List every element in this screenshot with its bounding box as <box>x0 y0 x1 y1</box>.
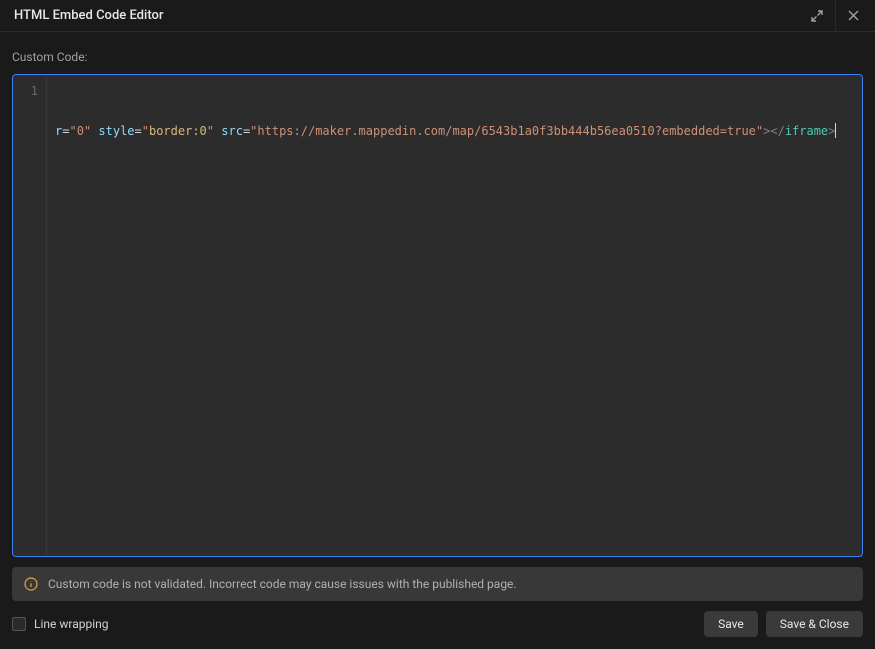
code-token: > <box>828 124 835 138</box>
line-wrapping-label: Line wrapping <box>34 617 108 631</box>
dialog-body: Custom Code: 1 r="0" style="border:0" sr… <box>0 32 875 649</box>
code-line: r="0" style="border:0" src="https://make… <box>55 121 854 141</box>
header-actions <box>799 0 871 32</box>
code-token: = <box>135 124 142 138</box>
line-number: 1 <box>13 81 38 101</box>
footer-buttons: Save Save & Close <box>704 611 863 637</box>
text-cursor <box>835 123 836 138</box>
dialog-header: HTML Embed Code Editor <box>0 0 875 32</box>
close-button[interactable] <box>835 0 871 32</box>
info-icon <box>24 577 38 591</box>
save-close-button[interactable]: Save & Close <box>766 611 863 637</box>
code-token: "0" <box>69 124 91 138</box>
line-wrapping-toggle[interactable]: Line wrapping <box>12 617 108 631</box>
code-token: "https://maker.mappedin.com/map/6543b1a0… <box>250 124 763 138</box>
code-token: </ <box>770 124 784 138</box>
code-token: border:0 <box>149 124 207 138</box>
dialog-title: HTML Embed Code Editor <box>14 8 163 23</box>
checkbox-icon <box>12 617 26 631</box>
close-icon <box>847 9 860 22</box>
code-token: style <box>98 124 134 138</box>
code-editor[interactable]: 1 r="0" style="border:0" src="https://ma… <box>12 74 863 557</box>
code-token: src <box>221 124 243 138</box>
code-textarea[interactable]: r="0" style="border:0" src="https://make… <box>47 75 862 556</box>
line-gutter: 1 <box>13 75 47 556</box>
dialog-footer: Line wrapping Save Save & Close <box>12 611 863 637</box>
expand-icon <box>810 9 824 23</box>
expand-button[interactable] <box>799 0 835 32</box>
warning-text: Custom code is not validated. Incorrect … <box>48 577 517 591</box>
warning-bar: Custom code is not validated. Incorrect … <box>12 567 863 601</box>
save-button[interactable]: Save <box>704 611 758 637</box>
custom-code-label: Custom Code: <box>12 50 863 64</box>
code-token: " <box>207 124 214 138</box>
code-token: iframe <box>785 124 828 138</box>
code-token: " <box>142 124 149 138</box>
